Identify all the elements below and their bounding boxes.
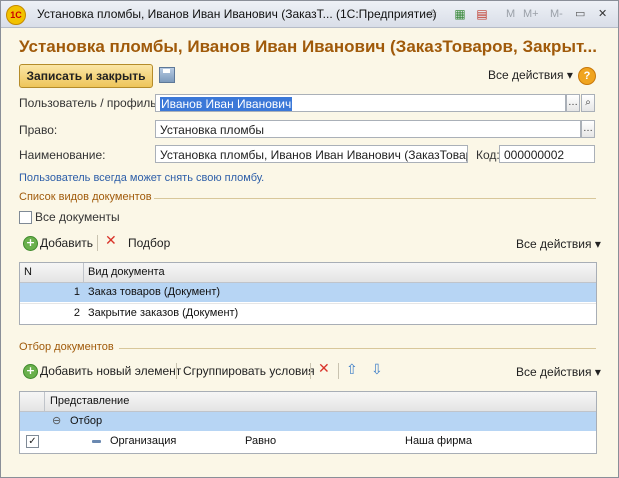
star-icon[interactable]: ☆ [424, 6, 440, 22]
maximize-button[interactable]: ▭ [575, 6, 585, 22]
user-value: Иванов Иван Иванович [160, 97, 293, 111]
user-field[interactable]: Иванов Иван Иванович [155, 94, 566, 112]
save-icon[interactable] [159, 67, 175, 83]
condition-checkbox[interactable]: ✓ [26, 435, 39, 448]
add-icon: + [23, 236, 38, 251]
table-row[interactable]: 2 Закрытие заказов (Документ) [20, 303, 596, 323]
table-header: N Вид документа [20, 263, 596, 283]
column-header-n[interactable]: N [24, 263, 32, 282]
column-divider [44, 392, 45, 411]
dropdown-arrow-icon: ▾ [566, 68, 573, 82]
pick-button[interactable]: Подбор [128, 236, 170, 250]
filter-all-actions-menu[interactable]: Все действия ▾ [516, 365, 601, 379]
1c-logo-icon[interactable]: 1C [6, 5, 26, 25]
move-down-icon[interactable]: ⇩ [371, 362, 383, 378]
add-icon: + [23, 364, 38, 379]
all-actions-label: Все действия [516, 237, 592, 251]
code-label: Код: [476, 148, 500, 162]
search-icon[interactable]: ⌕ [581, 94, 595, 112]
name-field[interactable]: Установка пломбы, Иванов Иван Иванович (… [155, 145, 468, 163]
column-header-presentation[interactable]: Представление [50, 392, 129, 411]
doc-types-all-actions-menu[interactable]: Все действия ▾ [516, 237, 601, 251]
row-n: 2 [73, 307, 80, 319]
dropdown-arrow-icon: ▾ [594, 365, 601, 379]
all-actions-label: Все действия [488, 68, 564, 82]
delete-icon[interactable]: ✕ [318, 361, 330, 377]
condition-dash-icon [92, 440, 101, 443]
title-bar: 1C Установка пломбы, Иванов Иван Иванови… [1, 1, 618, 28]
doc-types-section-title: Список видов документов [19, 191, 152, 203]
toolbar-separator [310, 363, 311, 379]
add-button[interactable]: Добавить [40, 236, 93, 250]
row-n: 1 [73, 286, 80, 298]
all-actions-label: Все действия [516, 365, 592, 379]
toolbar-separator [338, 363, 339, 379]
table-header: Представление [20, 392, 596, 412]
all-docs-label: Все документы [35, 210, 120, 224]
toolbar-separator [176, 363, 177, 379]
dropdown-arrow-icon: ▾ [594, 237, 601, 251]
section-divider [154, 198, 596, 199]
condition-op[interactable]: Равно [245, 432, 276, 451]
doc-types-table[interactable]: N Вид документа 1 Заказ товаров (Докумен… [19, 262, 597, 325]
calendar-icon[interactable]: ▤ [474, 6, 490, 22]
calculator-icon[interactable]: ▦ [452, 6, 468, 22]
row-doc-type: Закрытие заказов (Документ) [88, 307, 239, 319]
collapse-icon[interactable]: ⊖ [52, 412, 61, 431]
right-value: Установка пломбы [160, 123, 264, 137]
filter-table[interactable]: Представление ⊖ Отбор ✓ Организация Равн… [19, 391, 597, 454]
close-button[interactable]: ✕ [598, 6, 607, 22]
add-new-element-button[interactable]: Добавить новый элемент [40, 364, 181, 378]
memory-plus-button[interactable]: M+ [523, 6, 539, 22]
section-divider [119, 348, 596, 349]
memory-minus-button[interactable]: M- [550, 6, 563, 22]
toolbar-separator [97, 235, 98, 251]
group-label: Отбор [70, 415, 103, 427]
user-select-button[interactable]: … [566, 94, 580, 112]
save-and-close-button[interactable]: Записать и закрыть [19, 64, 153, 88]
name-label: Наименование: [19, 148, 106, 162]
delete-icon[interactable]: ✕ [105, 233, 117, 249]
right-label: Право: [19, 123, 58, 137]
help-icon[interactable]: ? [578, 67, 596, 85]
all-docs-checkbox[interactable] [19, 211, 32, 224]
column-divider [83, 263, 84, 282]
condition-value[interactable]: Наша фирма [405, 432, 472, 451]
filter-condition-row[interactable]: ✓ Организация Равно Наша фирма [20, 432, 596, 451]
column-header-doc-type[interactable]: Вид документа [88, 263, 165, 282]
page-title: Установка пломбы, Иванов Иван Иванович (… [19, 37, 597, 56]
memory-button[interactable]: M [506, 6, 515, 22]
all-actions-menu[interactable]: Все действия ▾ [488, 68, 573, 82]
move-up-icon[interactable]: ⇧ [346, 362, 358, 378]
row-doc-type: Заказ товаров (Документ) [88, 286, 221, 298]
hint-text: Пользователь всегда может снять свою пло… [19, 172, 265, 184]
name-value: Установка пломбы, Иванов Иван Иванович (… [160, 148, 468, 162]
right-select-button[interactable]: … [581, 120, 595, 138]
condition-field[interactable]: Организация [110, 432, 176, 451]
group-conditions-button[interactable]: Сгруппировать условия [183, 364, 315, 378]
form-window: 1C Установка пломбы, Иванов Иван Иванови… [0, 0, 619, 478]
filter-section-title: Отбор документов [19, 341, 114, 353]
right-field[interactable]: Установка пломбы [155, 120, 581, 138]
code-value: 000000002 [504, 148, 565, 162]
code-field[interactable]: 000000002 [499, 145, 595, 163]
filter-group-row[interactable]: ⊖ Отбор [20, 412, 596, 431]
user-label: Пользователь / профиль: [19, 96, 160, 110]
window-title: Установка пломбы, Иванов Иван Иванович (… [37, 7, 437, 21]
table-row[interactable]: 1 Заказ товаров (Документ) [20, 283, 596, 302]
